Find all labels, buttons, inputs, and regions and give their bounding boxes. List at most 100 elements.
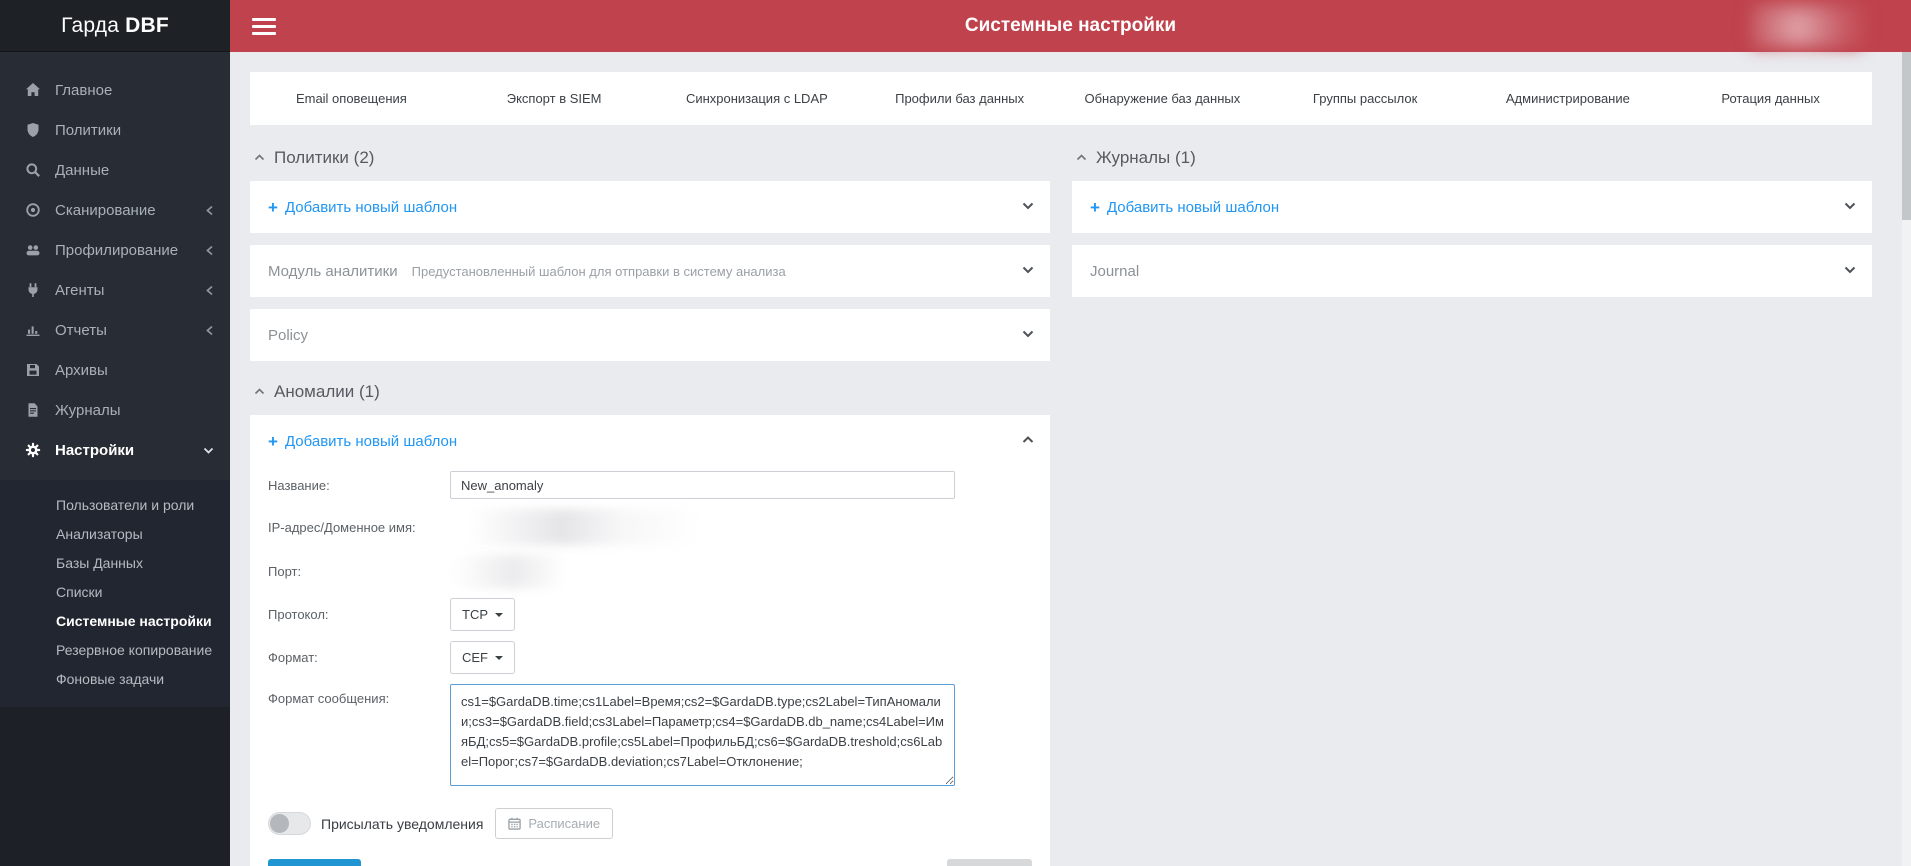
- tab-ldap-sync[interactable]: Синхронизация с LDAP: [656, 72, 859, 125]
- sidebar-item-label: Настройки: [55, 441, 135, 459]
- sidebar-item-home[interactable]: Главное: [0, 70, 230, 110]
- brand-name-bold: DBF: [125, 13, 169, 37]
- document-icon: [25, 402, 41, 418]
- tab-email-notifications[interactable]: Email оповещения: [250, 72, 453, 125]
- app-logo[interactable]: Гарда DBF: [0, 0, 230, 52]
- journals-section-header[interactable]: Журналы (1): [1076, 148, 1872, 168]
- analytics-module-header[interactable]: Модуль аналитики Предустановленный шабло…: [250, 245, 1050, 297]
- tab-administration[interactable]: Администрирование: [1467, 72, 1670, 125]
- port-input-redacted[interactable]: [450, 555, 565, 588]
- sidebar-item-profiling[interactable]: Профилирование: [0, 230, 230, 270]
- brand-name: Гарда: [61, 13, 120, 37]
- sidebar-item-policies[interactable]: Политики: [0, 110, 230, 150]
- add-policy-template-link[interactable]: + Добавить новый шаблон: [250, 181, 1050, 233]
- template-name: Модуль аналитики: [268, 262, 398, 280]
- chevron-down-icon[interactable]: [1844, 266, 1856, 274]
- journal-header[interactable]: Journal: [1072, 245, 1872, 297]
- chevron-down-icon[interactable]: [1022, 202, 1034, 210]
- submenu-item-analyzers[interactable]: Анализаторы: [0, 519, 230, 548]
- port-label: Порт:: [268, 564, 302, 579]
- anomalies-section-header[interactable]: Аномалии (1): [254, 382, 1050, 402]
- submenu-item-users-roles[interactable]: Пользователи и роли: [0, 490, 230, 519]
- caret-down-icon: [495, 655, 503, 660]
- plus-icon: +: [1090, 197, 1100, 217]
- policies-section-header[interactable]: Политики (2): [254, 148, 1050, 168]
- journal-panel: Journal: [1072, 245, 1872, 297]
- collapse-caret-icon: [254, 154, 265, 162]
- caret-down-icon: [495, 612, 503, 617]
- chevron-up-icon[interactable]: [1022, 436, 1034, 444]
- add-anomaly-template-link[interactable]: + Добавить новый шаблон: [250, 415, 1050, 467]
- add-journal-template-link[interactable]: + Добавить новый шаблон: [1072, 181, 1872, 233]
- sidebar-item-reports[interactable]: Отчеты: [0, 310, 230, 350]
- ip-input-redacted[interactable]: [450, 509, 700, 545]
- journals-section-title: Журналы (1): [1096, 148, 1196, 167]
- chevron-down-icon[interactable]: [1022, 330, 1034, 338]
- scrollbar-track[interactable]: [1902, 52, 1911, 866]
- anomaly-template-form: Название: IP-адрес/Доменное имя: Порт:: [250, 467, 1050, 866]
- gear-icon: [25, 442, 41, 458]
- plus-icon: +: [268, 197, 278, 217]
- chevron-down-icon[interactable]: [1022, 266, 1034, 274]
- chevron-left-icon: [205, 285, 214, 296]
- sidebar-item-label: Журналы: [55, 401, 121, 419]
- tab-data-rotation[interactable]: Ротация данных: [1669, 72, 1872, 125]
- user-profile-blurred[interactable]: [1751, 4, 1863, 48]
- sidebar-item-label: Отчеты: [55, 321, 107, 339]
- sidebar-item-label: Данные: [55, 161, 110, 179]
- message-format-textarea[interactable]: cs1=$GardaDB.time;cs1Label=Время;cs2=$Ga…: [450, 684, 955, 786]
- submenu-item-system-settings[interactable]: Системные настройки: [0, 606, 230, 635]
- notifications-toggle-label: Присылать уведомления: [321, 815, 484, 832]
- sidebar-item-journals[interactable]: Журналы: [0, 390, 230, 430]
- chevron-down-icon[interactable]: [1844, 202, 1856, 210]
- sidebar-item-agents[interactable]: Агенты: [0, 270, 230, 310]
- submenu-item-backup[interactable]: Резервное копирование: [0, 635, 230, 664]
- main-content: Email оповещения Экспорт в SIEM Синхрони…: [230, 52, 1911, 866]
- plus-icon: +: [268, 431, 278, 451]
- page-title: Системные настройки: [964, 15, 1177, 36]
- sidebar-item-data[interactable]: Данные: [0, 150, 230, 190]
- message-format-label: Формат сообщения:: [268, 691, 390, 706]
- tab-db-discovery[interactable]: Обнаружение баз данных: [1061, 72, 1264, 125]
- submenu-item-background-tasks[interactable]: Фоновые задачи: [0, 664, 230, 693]
- submenu-item-databases[interactable]: Базы Данных: [0, 548, 230, 577]
- add-anomaly-template-panel: + Добавить новый шаблон Название: IP-адр…: [250, 415, 1050, 866]
- collapse-caret-icon: [1076, 154, 1087, 162]
- policy-header[interactable]: Policy: [250, 309, 1050, 361]
- analytics-module-panel: Модуль аналитики Предустановленный шабло…: [250, 245, 1050, 297]
- sidebar-item-archives[interactable]: Архивы: [0, 350, 230, 390]
- tab-db-profiles[interactable]: Профили баз данных: [858, 72, 1061, 125]
- policies-section-title: Политики (2): [274, 148, 375, 167]
- toggle-knob: [270, 814, 289, 833]
- cancel-button[interactable]: Отменить: [946, 859, 1032, 866]
- protocol-select[interactable]: TCP: [450, 598, 515, 631]
- chevron-left-icon: [205, 245, 214, 256]
- sidebar-item-settings[interactable]: Настройки: [0, 430, 230, 470]
- add-policy-template-panel: + Добавить новый шаблон: [250, 181, 1050, 233]
- chevron-left-icon: [205, 205, 214, 216]
- schedule-button[interactable]: Расписание: [495, 808, 614, 839]
- home-icon: [25, 82, 41, 98]
- scan-target-icon: [25, 202, 41, 218]
- format-label: Формат:: [268, 650, 318, 665]
- notifications-toggle[interactable]: [268, 812, 311, 835]
- top-header: Системные настройки: [230, 0, 1911, 52]
- sidebar: Гарда DBF Главное Политики Данные Сканир…: [0, 0, 230, 866]
- name-label: Название:: [268, 477, 330, 493]
- collapse-caret-icon: [254, 388, 265, 396]
- scrollbar-thumb[interactable]: [1902, 52, 1911, 220]
- template-description: Предустановленный шаблон для отправки в …: [411, 263, 786, 279]
- plug-icon: [25, 282, 41, 298]
- sidebar-item-label: Архивы: [55, 361, 108, 379]
- chevron-down-icon: [203, 446, 214, 455]
- tab-mailing-groups[interactable]: Группы рассылок: [1264, 72, 1467, 125]
- template-name: Policy: [268, 326, 309, 344]
- sidebar-item-scanning[interactable]: Сканирование: [0, 190, 230, 230]
- journals-column: Журналы (1) + Добавить новый шаблон Jour…: [1072, 127, 1872, 866]
- apply-button[interactable]: Применить: [268, 859, 362, 866]
- name-input[interactable]: [450, 471, 955, 499]
- tab-siem-export[interactable]: Экспорт в SIEM: [453, 72, 656, 125]
- sidebar-item-label: Политики: [55, 121, 122, 139]
- submenu-item-lists[interactable]: Списки: [0, 577, 230, 606]
- format-select[interactable]: CEF: [450, 641, 515, 674]
